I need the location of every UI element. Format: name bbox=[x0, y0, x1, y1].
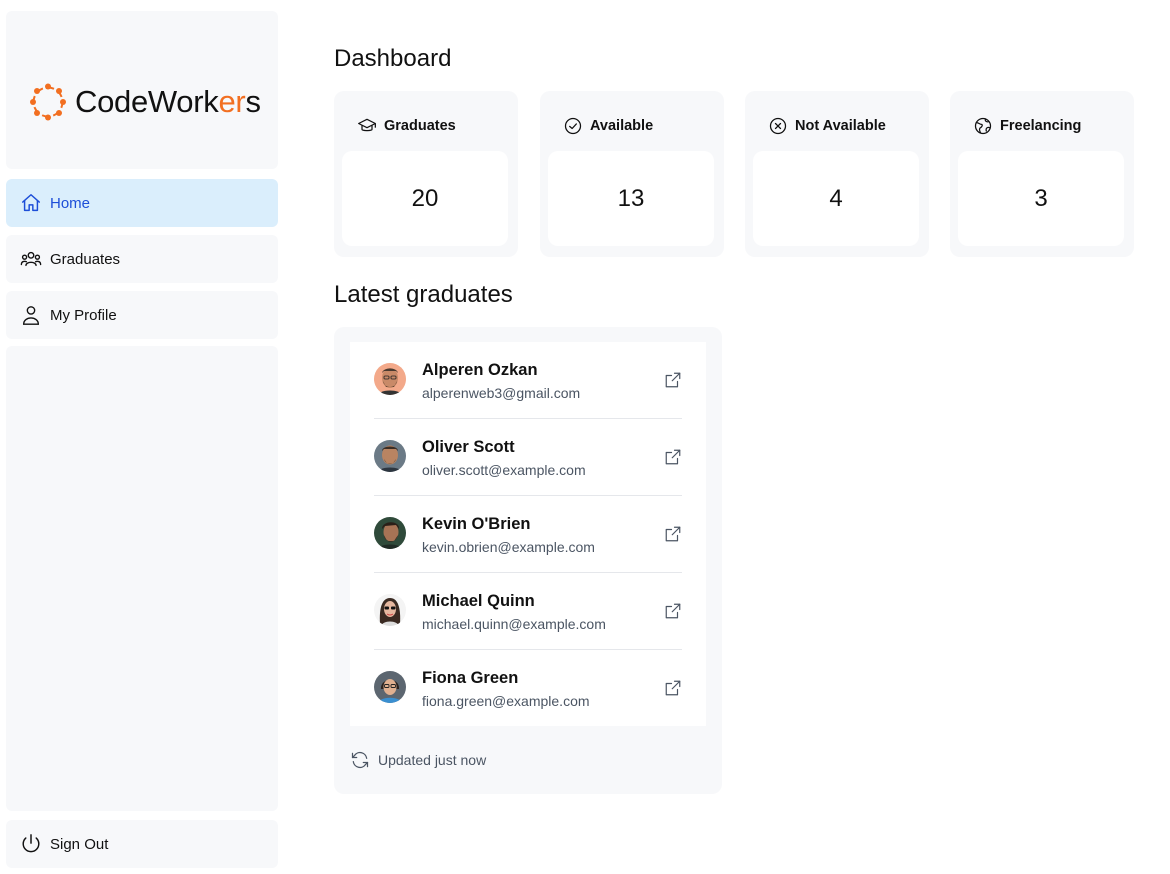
refresh-icon[interactable] bbox=[350, 750, 370, 770]
graduate-email: michael.quinn@example.com bbox=[422, 616, 606, 632]
stat-value: 13 bbox=[548, 151, 714, 246]
avatar bbox=[374, 517, 406, 549]
stat-value: 3 bbox=[958, 151, 1124, 246]
power-icon bbox=[20, 833, 42, 855]
avatar bbox=[374, 440, 406, 472]
stat-value: 20 bbox=[342, 151, 508, 246]
stat-header: Not Available bbox=[768, 116, 886, 136]
stat-card-available: Available 13 bbox=[540, 91, 724, 257]
stat-label: Available bbox=[590, 118, 654, 134]
avatar bbox=[374, 671, 406, 703]
list-item[interactable]: Michael Quinn michael.quinn@example.com bbox=[374, 573, 682, 650]
globe-icon bbox=[973, 116, 993, 136]
stat-value: 4 bbox=[753, 151, 919, 246]
user-icon bbox=[20, 304, 42, 326]
list-item[interactable]: Kevin O'Brien kevin.obrien@example.com bbox=[374, 496, 682, 573]
stat-header: Freelancing bbox=[973, 116, 1081, 136]
list-item[interactable]: Fiona Green fiona.green@example.com bbox=[374, 650, 682, 727]
stat-label: Graduates bbox=[384, 118, 456, 134]
page-title: Dashboard bbox=[334, 45, 452, 72]
graduate-name: Alperen Ozkan bbox=[422, 361, 538, 379]
updated-status: Updated just now bbox=[350, 750, 486, 770]
latest-graduates-card: Alperen Ozkan alperenweb3@gmail.com Oliv… bbox=[334, 327, 722, 794]
home-icon bbox=[20, 192, 42, 214]
graduate-name: Fiona Green bbox=[422, 669, 519, 687]
external-link-icon[interactable] bbox=[664, 448, 682, 466]
x-circle-icon bbox=[768, 116, 788, 136]
graduate-email: alperenweb3@gmail.com bbox=[422, 385, 581, 401]
updated-text: Updated just now bbox=[378, 752, 487, 768]
stat-card-not-available: Not Available 4 bbox=[745, 91, 929, 257]
sidebar-spacer bbox=[6, 346, 278, 811]
logo[interactable]: CodeWorkers bbox=[30, 83, 261, 121]
sidebar-item-label: Graduates bbox=[50, 250, 121, 268]
users-icon bbox=[20, 248, 42, 270]
avatar bbox=[374, 363, 406, 395]
external-link-icon[interactable] bbox=[664, 602, 682, 620]
sidebar-item-my-profile[interactable]: My Profile bbox=[6, 291, 278, 339]
brand-name: CodeWorkers bbox=[75, 84, 261, 119]
sidebar-item-home[interactable]: Home bbox=[6, 179, 278, 227]
sidebar-item-graduates[interactable]: Graduates bbox=[6, 235, 278, 283]
stat-header: Available bbox=[563, 116, 653, 136]
avatar bbox=[374, 594, 406, 626]
stat-label: Not Available bbox=[795, 118, 886, 134]
graduate-name: Michael Quinn bbox=[422, 592, 535, 610]
logo-panel: CodeWorkers bbox=[6, 11, 278, 169]
list-item[interactable]: Oliver Scott oliver.scott@example.com bbox=[374, 419, 682, 496]
graduate-email: oliver.scott@example.com bbox=[422, 462, 586, 478]
graduate-name: Oliver Scott bbox=[422, 438, 515, 456]
logo-ring-icon bbox=[30, 83, 66, 121]
graduate-email: fiona.green@example.com bbox=[422, 693, 590, 709]
check-circle-icon bbox=[563, 116, 583, 136]
stat-label: Freelancing bbox=[1000, 118, 1082, 134]
sign-out-button[interactable]: Sign Out bbox=[6, 820, 278, 868]
sign-out-label: Sign Out bbox=[50, 835, 109, 853]
external-link-icon[interactable] bbox=[664, 679, 682, 697]
stat-card-graduates: Graduates 20 bbox=[334, 91, 518, 257]
stat-header: Graduates bbox=[357, 116, 456, 136]
graduate-email: kevin.obrien@example.com bbox=[422, 539, 595, 555]
graduate-name: Kevin O'Brien bbox=[422, 515, 531, 533]
latest-graduates-title: Latest graduates bbox=[334, 281, 513, 308]
sidebar-item-label: Home bbox=[50, 194, 91, 212]
sidebar-item-label: My Profile bbox=[50, 306, 117, 324]
graduates-list: Alperen Ozkan alperenweb3@gmail.com Oliv… bbox=[350, 342, 706, 726]
external-link-icon[interactable] bbox=[664, 371, 682, 389]
list-item[interactable]: Alperen Ozkan alperenweb3@gmail.com bbox=[374, 342, 682, 419]
stat-card-freelancing: Freelancing 3 bbox=[950, 91, 1134, 257]
graduation-cap-icon bbox=[357, 116, 377, 136]
external-link-icon[interactable] bbox=[664, 525, 682, 543]
